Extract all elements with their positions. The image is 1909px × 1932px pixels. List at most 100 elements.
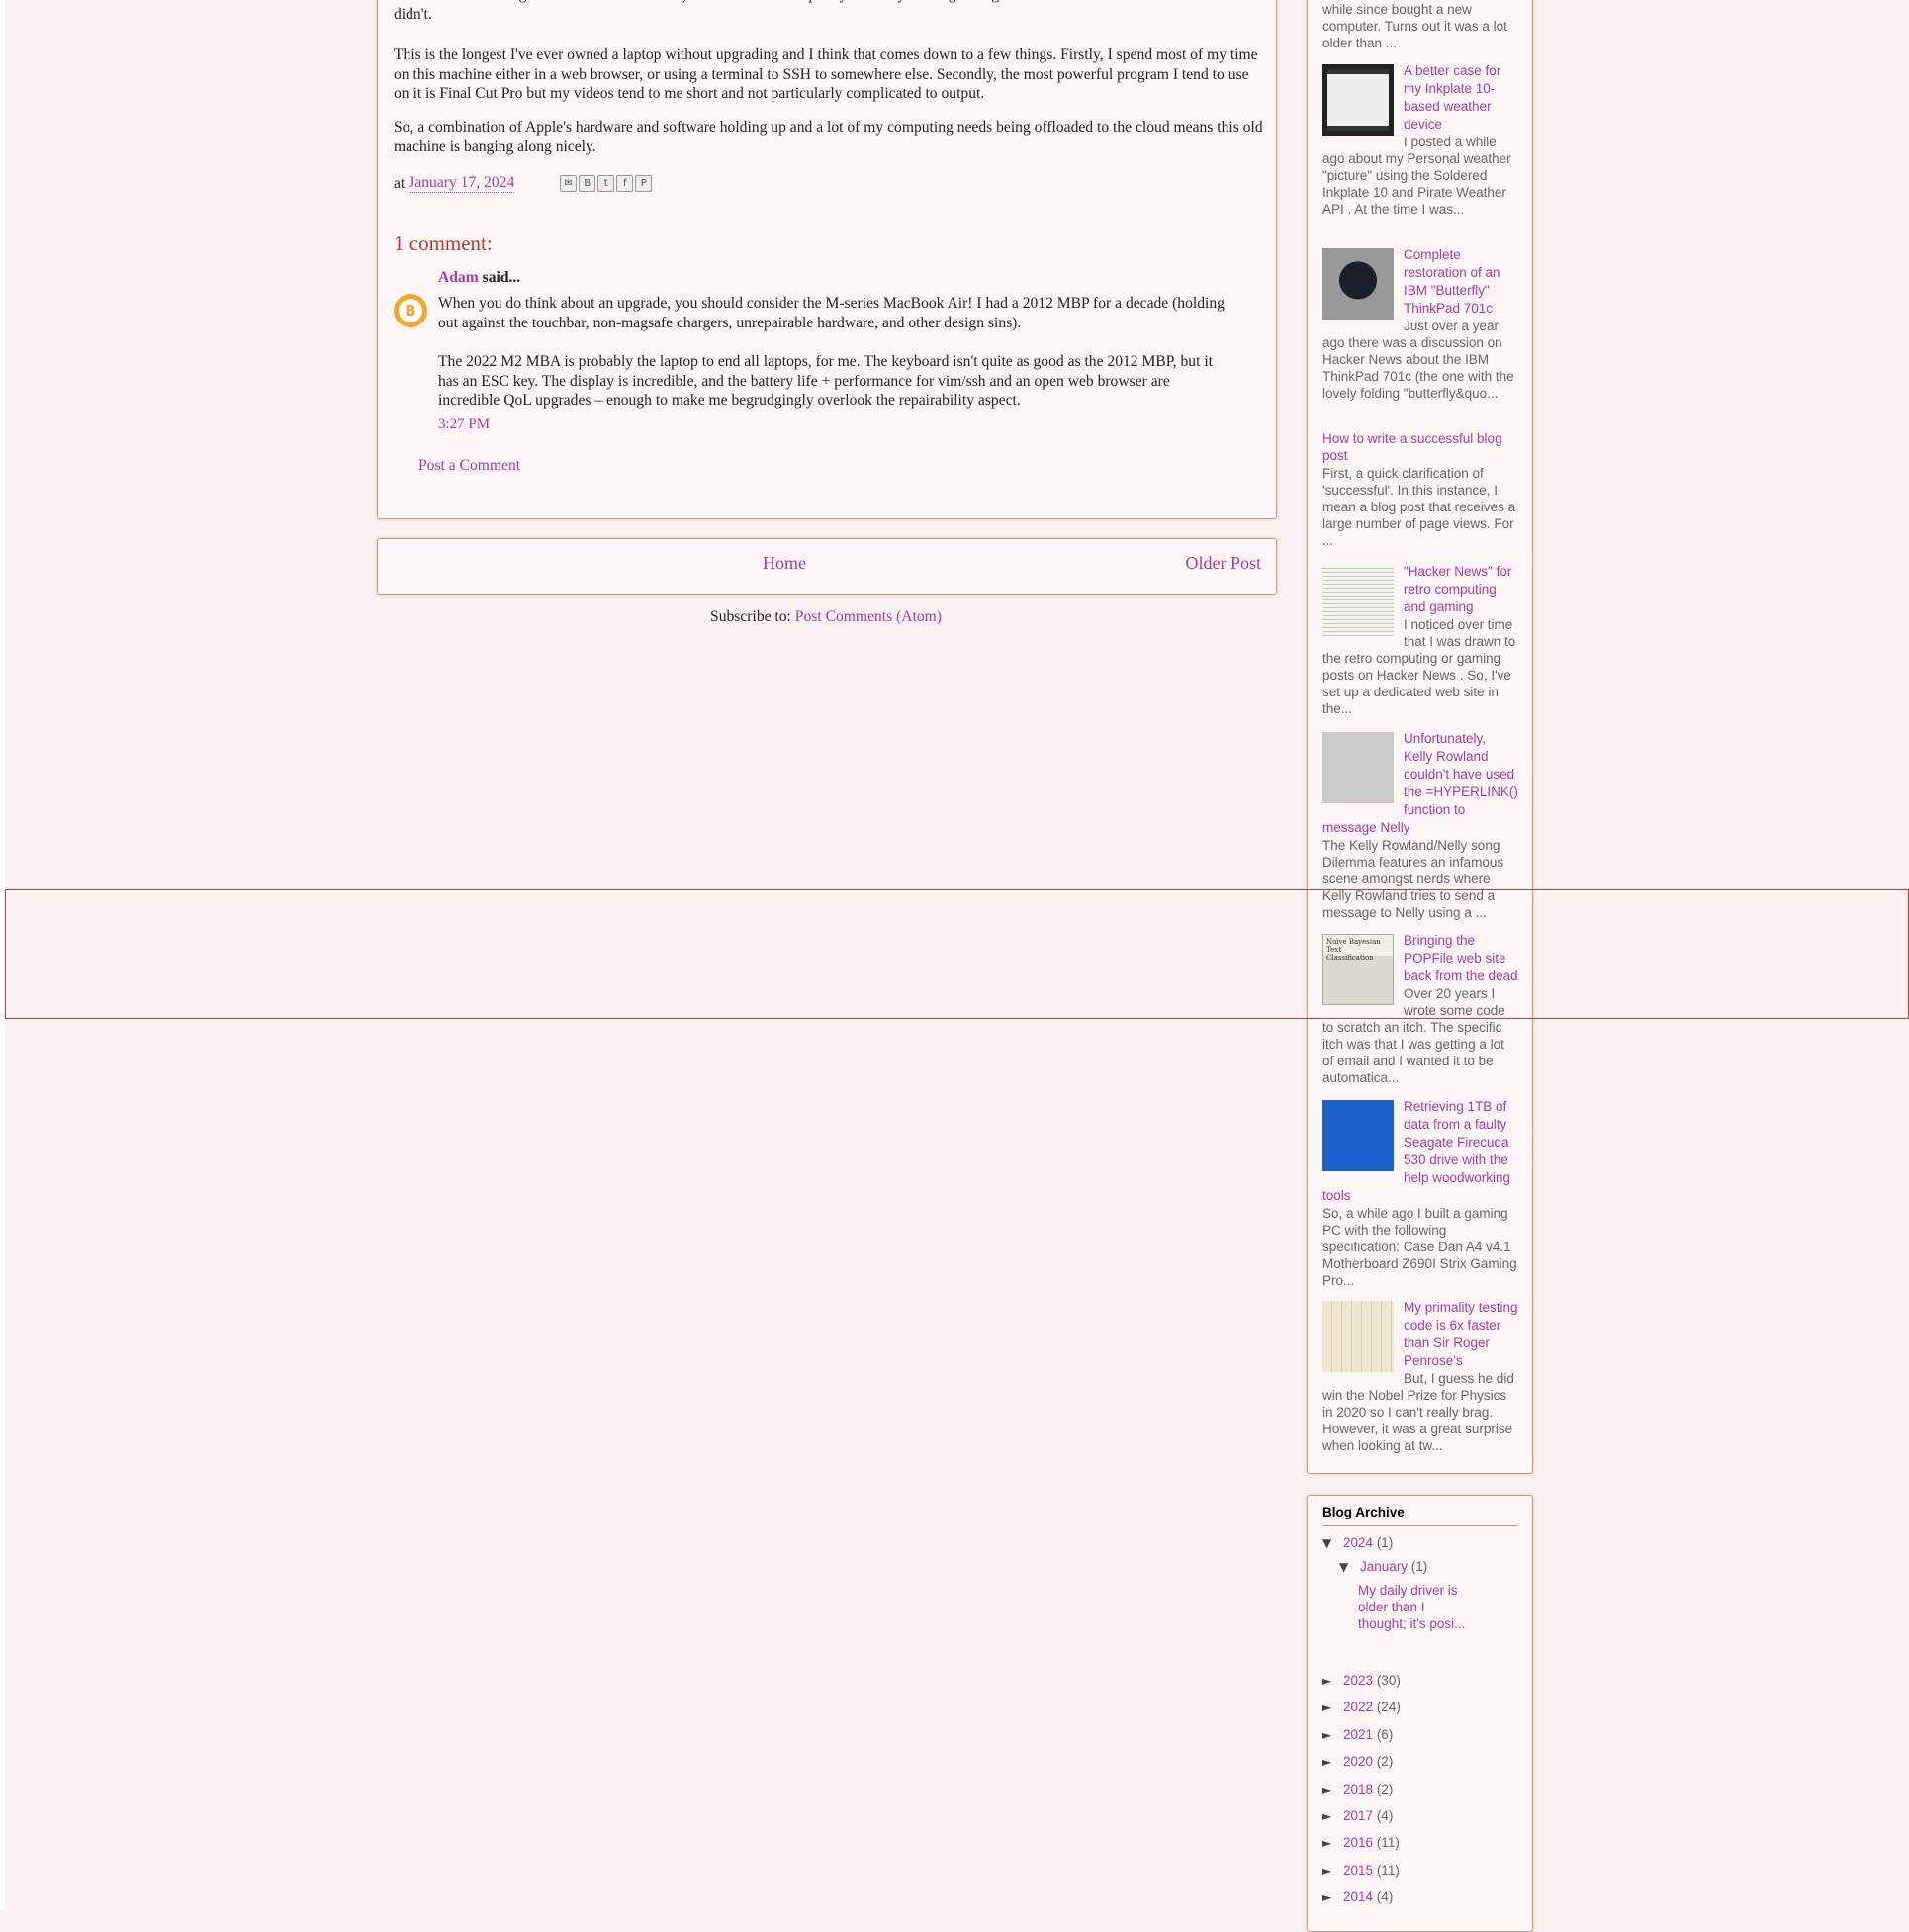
archive-post-link[interactable]: My daily driver is older than I thought;… (1358, 1582, 1477, 1632)
archive-year-2024: ▼ 2024 (1) (1322, 1535, 1393, 1550)
twitter-icon[interactable]: t (597, 175, 615, 192)
archive-count: (2) (1376, 1781, 1394, 1796)
pinterest-icon[interactable]: P (635, 175, 653, 192)
expand-toggle-icon[interactable]: ► (1322, 1755, 1343, 1769)
email-icon[interactable]: ✉ (560, 175, 578, 192)
collapse-toggle-icon[interactable]: ▼ (1339, 1560, 1360, 1574)
popfile-thumbnail-text: Naïve Bayesian Text Classification (1326, 938, 1381, 962)
older-post-link[interactable]: Older Post (1186, 553, 1262, 574)
post-container: But there is one thing I hate about it: … (377, 0, 1277, 519)
kelly-thumbnail[interactable] (1322, 732, 1394, 803)
archive-month-january: ▼ January (1) (1339, 1559, 1427, 1574)
expand-toggle-icon[interactable]: ► (1322, 1890, 1343, 1904)
post-footer: at January 17, 2024 ✉ B t f P (394, 174, 654, 193)
thinkpad-thumbnail[interactable] (1322, 248, 1394, 320)
blog-archive-widget: Blog Archive ▼ 2024 (1) ▼ January (1) My d… (1307, 1495, 1533, 1932)
subscribe-label: Subscribe to: (710, 608, 795, 625)
archive-count: (11) (1376, 1835, 1400, 1851)
popular-post-item: Retrieving 1TB of data from a faulty Sea… (1322, 1098, 1518, 1289)
archive-year-row: ► 2017 (4) (1322, 1808, 1393, 1823)
archive-year-link[interactable]: 2021 (1343, 1727, 1373, 1742)
post-footer-at: at (394, 174, 406, 192)
popfile-thumbnail[interactable]: Naïve Bayesian Text Classification (1322, 934, 1394, 1005)
expand-toggle-icon[interactable]: ► (1322, 1836, 1343, 1850)
popular-post-item: Naïve Bayesian Text Classification Bring… (1322, 932, 1518, 1086)
archive-month-link[interactable]: January (1360, 1559, 1408, 1574)
comment-said: said... (478, 269, 521, 286)
blogthis-icon[interactable]: B (579, 175, 596, 192)
archive-year-link[interactable]: 2017 (1343, 1808, 1373, 1823)
archive-count: (11) (1376, 1862, 1400, 1878)
archive-year-link[interactable]: 2024 (1343, 1535, 1373, 1550)
expand-toggle-icon[interactable]: ► (1322, 1809, 1343, 1823)
post-paragraph: This is the longest I've ever owned a la… (394, 46, 1258, 102)
comment-timestamp-link[interactable]: 3:27 PM (438, 416, 490, 433)
archive-year-link[interactable]: 2023 (1343, 1673, 1373, 1688)
archive-count: (4) (1376, 1889, 1394, 1905)
archive-count: (2) (1376, 1754, 1394, 1770)
expand-toggle-icon[interactable]: ► (1322, 1783, 1343, 1796)
archive-count: (24) (1376, 1700, 1401, 1715)
archive-count: (6) (1376, 1726, 1394, 1742)
post-paragraph: But there is one thing I hate about it: … (394, 0, 1252, 23)
archive-year-link[interactable]: 2015 (1343, 1863, 1373, 1878)
popular-post-title[interactable]: "Hacker News" for retro computing and ga… (1404, 564, 1511, 614)
blogger-avatar-icon: B (394, 294, 427, 327)
comment-paragraph: The 2022 M2 MBA is probably the laptop t… (438, 353, 1213, 409)
post-paragraph: So, a combination of Apple's hardware an… (394, 119, 1263, 155)
popular-post-snippet: The Kelly Rowland/Nelly song Dilemma fea… (1322, 838, 1504, 920)
archive-count: (30) (1376, 1673, 1401, 1688)
popular-post-snippet: First, a quick clarification of 'success… (1322, 466, 1516, 548)
popular-post-snippet: while since bought a new computer. Turns… (1322, 2, 1507, 50)
archive-year-row: ► 2014 (4) (1322, 1889, 1393, 1904)
popular-post-snippet: I posted a while ago about my Personal w… (1322, 135, 1511, 217)
popular-post-title[interactable]: How to write a successful blog post (1322, 430, 1518, 464)
archive-year-link[interactable]: 2018 (1343, 1782, 1373, 1796)
primality-thumbnail[interactable] (1322, 1301, 1394, 1372)
comment-author-line: Adam said... (438, 269, 520, 287)
share-buttons: ✉ B t f P (560, 175, 654, 192)
popular-post-item: Unfortunately, Kelly Rowland couldn't ha… (1322, 730, 1518, 921)
comment-author-link[interactable]: Adam (438, 269, 479, 286)
popular-post-title[interactable]: A better case for my Inkplate 10-based w… (1404, 63, 1500, 132)
comments-heading: 1 comment: (394, 231, 493, 255)
archive-year-row: ► 2018 (2) (1322, 1782, 1393, 1796)
archive-count: (1) (1410, 1559, 1428, 1574)
popular-post-snippet: But, I guess he did win the Nobel Prize … (1322, 1371, 1514, 1453)
post-date-link[interactable]: January 17, 2024 (409, 174, 515, 193)
facebook-icon[interactable]: f (616, 175, 634, 192)
collapse-toggle-icon[interactable]: ▼ (1322, 1536, 1343, 1550)
post-comments-atom-link[interactable]: Post Comments (Atom) (795, 608, 942, 625)
archive-year-row: ► 2020 (2) (1322, 1754, 1393, 1769)
expand-toggle-icon[interactable]: ► (1322, 1864, 1343, 1878)
highlight-rectangle (5, 889, 1909, 1019)
popular-post-snippet: So, a while ago I built a gaming PC with… (1322, 1206, 1517, 1288)
popular-posts-widget: while since bought a new computer. Turns… (1307, 0, 1533, 1474)
archive-year-row: ► 2023 (30) (1322, 1673, 1401, 1688)
post-a-comment-link[interactable]: Post a Comment (418, 457, 520, 475)
expand-toggle-icon[interactable]: ► (1322, 1701, 1343, 1714)
weather-thumbnail[interactable] (1322, 64, 1394, 136)
home-link[interactable]: Home (763, 553, 806, 574)
archive-year-link[interactable]: 2016 (1343, 1835, 1373, 1850)
archive-count: (4) (1376, 1808, 1394, 1823)
popular-post-item: My primality testing code is 6x faster t… (1322, 1299, 1518, 1454)
archive-year-link[interactable]: 2014 (1343, 1889, 1373, 1904)
expand-toggle-icon[interactable]: ► (1322, 1674, 1343, 1688)
blog-pager: Home Older Post (377, 538, 1277, 595)
popular-post-item: Complete restoration of an IBM "Butterfl… (1322, 246, 1518, 402)
popular-post-item: How to write a successful blog post Firs… (1322, 430, 1518, 549)
bsod-thumbnail[interactable] (1322, 1100, 1394, 1171)
popular-post-item: A better case for my Inkplate 10-based w… (1322, 62, 1518, 218)
expand-toggle-icon[interactable]: ► (1322, 1728, 1343, 1742)
popular-post-title[interactable]: Complete restoration of an IBM "Butterfl… (1404, 247, 1500, 316)
hn-thumbnail[interactable] (1322, 565, 1394, 636)
archive-year-link[interactable]: 2022 (1343, 1700, 1373, 1714)
popular-post-title[interactable]: My primality testing code is 6x faster t… (1404, 1300, 1518, 1368)
popular-post-item: "Hacker News" for retro computing and ga… (1322, 563, 1518, 717)
popular-post-title[interactable]: Bringing the POPFile web site back from … (1404, 933, 1518, 983)
archive-year-link[interactable]: 2020 (1343, 1754, 1373, 1769)
archive-year-row: ► 2021 (6) (1322, 1727, 1393, 1742)
page-edge (0, 0, 5, 1909)
archive-count: (1) (1376, 1535, 1394, 1550)
